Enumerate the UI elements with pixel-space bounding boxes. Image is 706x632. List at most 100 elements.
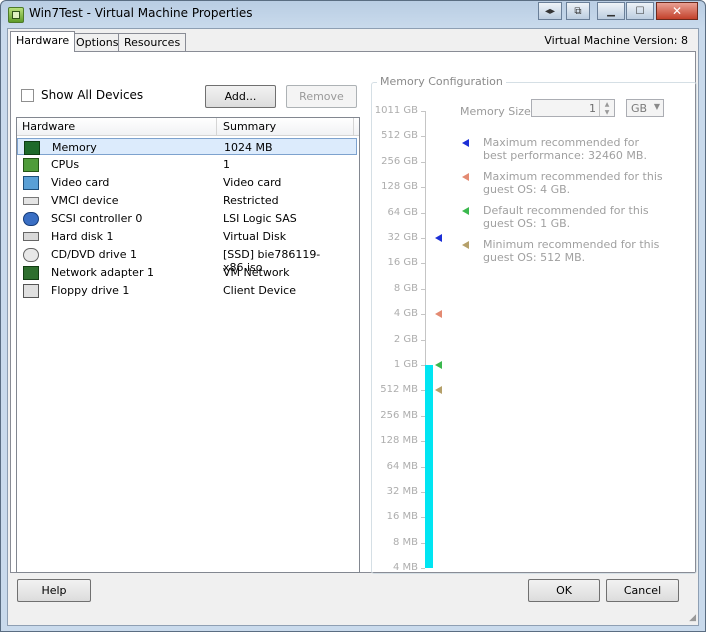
- vm-version-label: Virtual Machine Version: 8: [544, 34, 688, 47]
- table-row[interactable]: Video card Video card: [17, 174, 357, 191]
- device-name: SCSI controller 0: [51, 212, 143, 225]
- tab-options[interactable]: Options: [70, 33, 125, 51]
- device-name: Memory: [52, 141, 97, 154]
- memory-scale-tick-label: 32 MB: [386, 486, 418, 497]
- video-card-icon: [23, 176, 39, 190]
- table-row[interactable]: Floppy drive 1 Client Device: [17, 282, 357, 299]
- memory-scale-tick-label: 512 MB: [380, 384, 418, 396]
- window-title: Win7Test - Virtual Machine Properties: [29, 6, 253, 20]
- memory-scale-tick-label: 1 GB: [393, 359, 418, 370]
- table-row[interactable]: Hard disk 1 Virtual Disk: [17, 228, 357, 245]
- spin-up-icon[interactable]: ▲: [599, 100, 614, 108]
- memory-scale-tick-label: 128 MB: [380, 435, 418, 447]
- help-button[interactable]: Help: [17, 579, 91, 602]
- memory-scale-tick: [421, 339, 425, 341]
- resize-grip-icon[interactable]: ◢: [689, 613, 696, 623]
- memory-marker-arrow-icon: [435, 386, 442, 395]
- memory-scale-tick-label: 256 MB: [380, 409, 418, 421]
- memory-scale-tick-label: 8 GB: [393, 282, 418, 294]
- nav-arrows-button[interactable]: ◂▸: [538, 2, 562, 20]
- legend-marker-icon: [462, 207, 469, 215]
- memory-scale-tick: [421, 568, 425, 570]
- memory-level-bar[interactable]: [425, 365, 433, 569]
- cpu-icon: [23, 158, 39, 172]
- close-button[interactable]: ✕: [656, 2, 698, 20]
- cd-dvd-icon: [23, 248, 39, 262]
- device-summary: Video card: [223, 176, 282, 189]
- memory-scale-tick-label: 1011 GB: [374, 105, 418, 116]
- memory-scale-tick: [421, 263, 425, 265]
- device-summary: Client Device: [223, 284, 296, 297]
- memory-size-input[interactable]: 1 ▲ ▼: [531, 99, 615, 117]
- device-name: VMCI device: [51, 194, 119, 207]
- memory-size-label: Memory Size:: [460, 105, 535, 118]
- column-header-summary[interactable]: Summary: [223, 120, 276, 133]
- memory-unit-select[interactable]: GB ▼: [626, 99, 664, 117]
- network-adapter-icon: [23, 266, 39, 280]
- device-name: CPUs: [51, 158, 80, 171]
- device-name: Hard disk 1: [51, 230, 114, 243]
- ok-button[interactable]: OK: [528, 579, 600, 602]
- restore-alt-icon: ⧉: [574, 5, 582, 17]
- memory-recommendation-text: Maximum recommended for this guest OS: 4…: [483, 170, 663, 196]
- vmci-device-icon: [23, 197, 39, 205]
- device-name: Video card: [51, 176, 110, 189]
- memory-scale-tick-label: 64 GB: [387, 206, 418, 218]
- device-name: Floppy drive 1: [51, 284, 130, 297]
- device-summary: 1024 MB: [224, 141, 273, 154]
- add-button[interactable]: Add...: [205, 85, 276, 108]
- memory-scale-tick-label: 256 GB: [381, 155, 418, 167]
- memory-scale-tick: [421, 212, 425, 214]
- device-summary: 1: [223, 158, 230, 171]
- device-list[interactable]: Hardware Summary Memory 1024 MB CPUs 1 Video…: [16, 117, 360, 573]
- memory-recommendation-text: Minimum recommended for this guest OS: 5…: [483, 238, 660, 264]
- memory-configuration-title: Memory Configuration: [377, 75, 506, 88]
- memory-scale-tick: [421, 136, 425, 138]
- show-all-devices-checkbox[interactable]: [21, 89, 34, 102]
- title-bar: Win7Test - Virtual Machine Properties ◂▸…: [1, 1, 705, 28]
- cancel-button[interactable]: Cancel: [606, 579, 679, 602]
- table-row[interactable]: CD/DVD drive 1 [SSD] bie786119-x86.iso: [17, 246, 357, 274]
- column-header-hardware[interactable]: Hardware: [22, 120, 75, 133]
- table-row[interactable]: Network adapter 1 VM Network: [17, 264, 357, 281]
- device-name: Network adapter 1: [51, 266, 154, 279]
- memory-scale-tick-label: 64 MB: [386, 460, 418, 472]
- device-summary: LSI Logic SAS: [223, 212, 297, 225]
- restore-alt-button[interactable]: ⧉: [566, 2, 590, 20]
- legend-marker-icon: [462, 241, 469, 249]
- device-summary: Restricted: [223, 194, 279, 207]
- close-icon: ✕: [671, 4, 683, 18]
- memory-recommendation-text: Maximum recommended for best performance…: [483, 136, 647, 162]
- device-list-header: Hardware Summary: [17, 118, 359, 136]
- tab-hardware[interactable]: Hardware: [10, 31, 76, 52]
- memory-size-value: 1: [589, 102, 596, 115]
- show-all-devices-label[interactable]: Show All Devices: [41, 88, 143, 102]
- memory-scale-tick: [421, 288, 425, 290]
- spin-down-icon[interactable]: ▼: [599, 108, 614, 116]
- hard-disk-icon: [23, 232, 39, 241]
- vm-app-icon: [8, 7, 24, 23]
- floppy-drive-icon: [23, 284, 39, 298]
- memory-scale-tick-label: 2 GB: [393, 333, 418, 345]
- maximize-button[interactable]: ☐: [626, 2, 654, 20]
- memory-scale-tick-label: 512 GB: [381, 130, 418, 142]
- memory-scale-tick: [421, 161, 425, 163]
- remove-button[interactable]: Remove: [286, 85, 357, 108]
- memory-scale-tick-label: 32 GB: [387, 232, 418, 243]
- table-row[interactable]: VMCI device Restricted: [17, 192, 357, 209]
- memory-recommendation-text: Default recommended for this guest OS: 1…: [483, 204, 649, 230]
- device-summary: Virtual Disk: [223, 230, 287, 243]
- memory-marker-arrow-icon: [435, 361, 442, 369]
- scsi-controller-icon: [23, 212, 39, 226]
- minimize-button[interactable]: ▁: [597, 2, 625, 20]
- table-row[interactable]: SCSI controller 0 LSI Logic SAS: [17, 210, 357, 227]
- vm-properties-window: Win7Test - Virtual Machine Properties ◂▸…: [0, 0, 706, 632]
- legend-marker-icon: [462, 139, 469, 147]
- memory-scale-tick-label: 16 MB: [386, 511, 418, 523]
- tab-resources[interactable]: Resources: [118, 33, 187, 51]
- memory-icon: [24, 141, 40, 155]
- minimize-icon: ▁: [607, 5, 615, 17]
- table-row[interactable]: Memory 1024 MB: [17, 138, 357, 155]
- table-row[interactable]: CPUs 1: [17, 156, 357, 173]
- memory-marker-arrow-icon: [435, 234, 442, 242]
